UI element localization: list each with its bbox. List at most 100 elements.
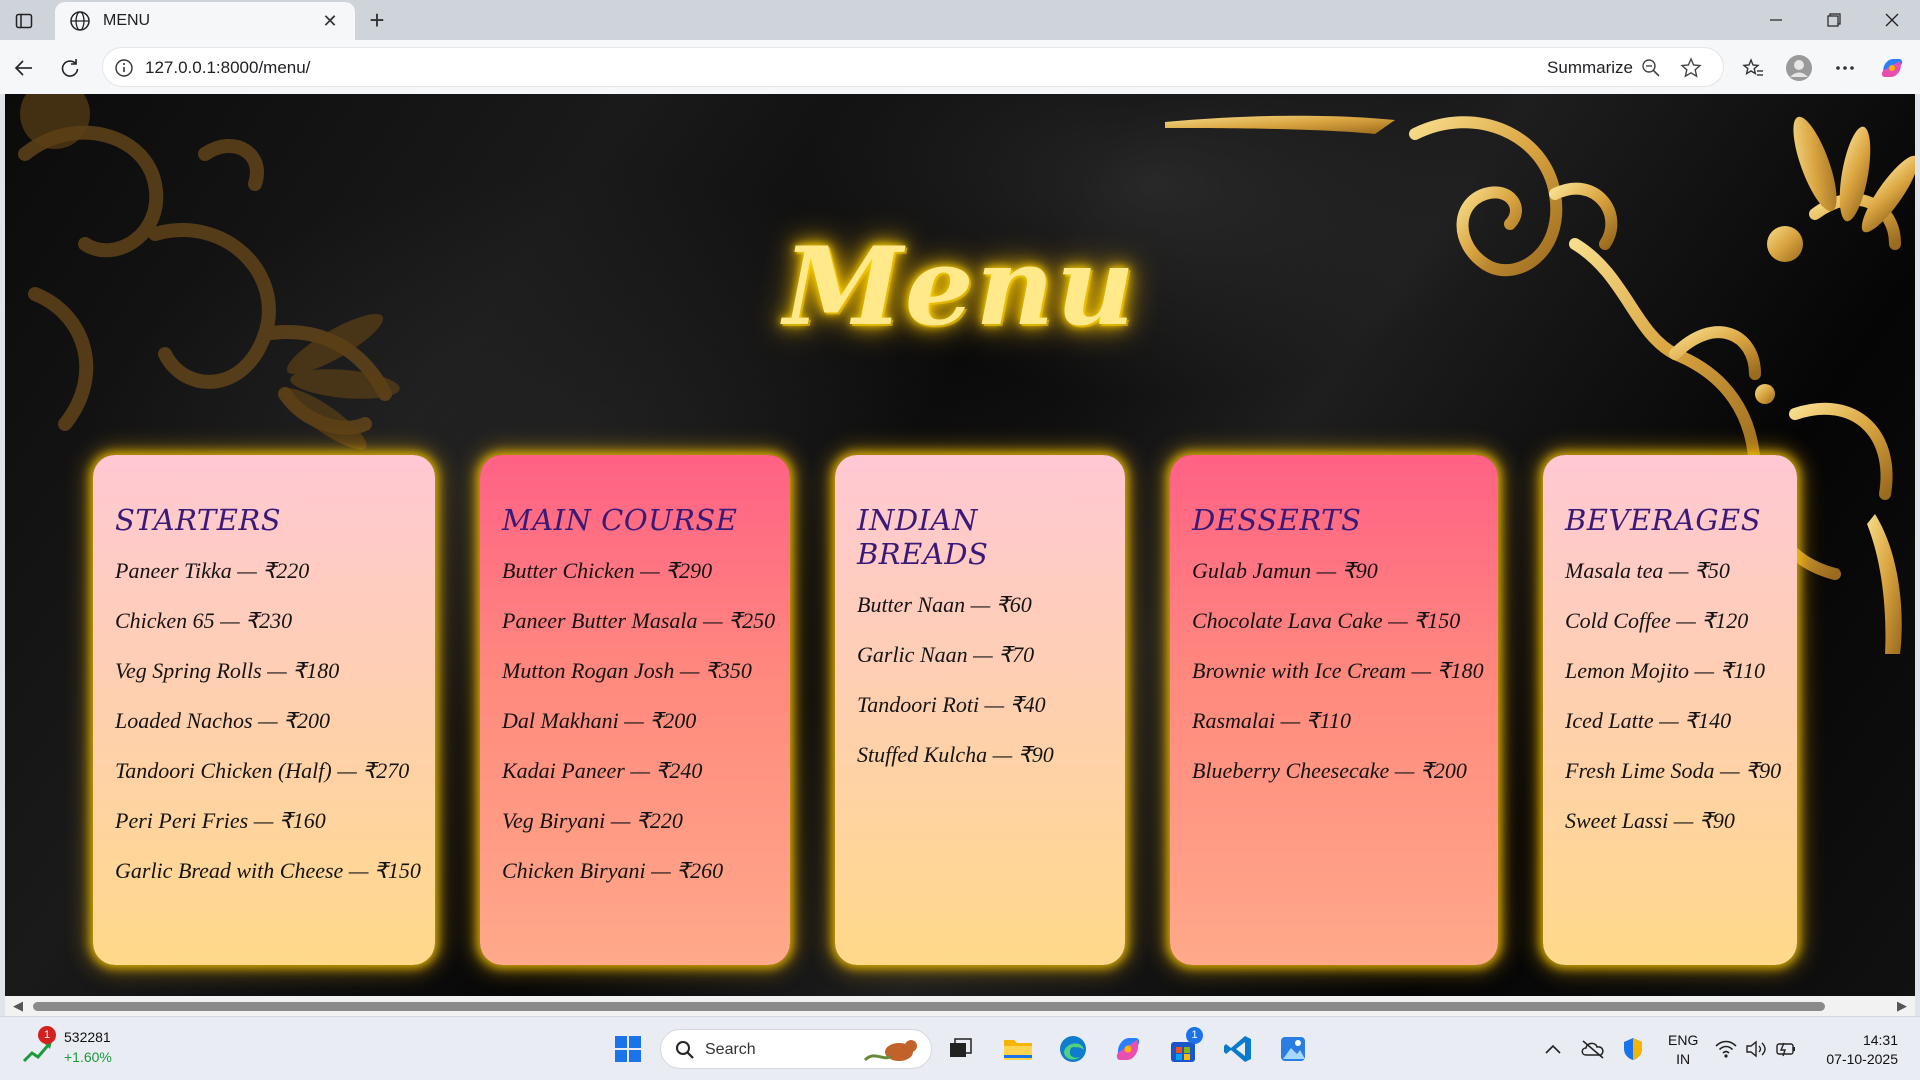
menu-item: Rasmalai — ₹110 (1192, 708, 1352, 733)
menu-item: Paneer Butter Masala — ₹250 (502, 608, 776, 633)
menu-item: Kadai Paneer — ₹240 (502, 758, 703, 783)
menu-item: Butter Chicken — ₹290 (502, 558, 713, 583)
menu-item: Chicken Biryani — ₹260 (502, 858, 724, 883)
url-text[interactable]: 127.0.0.1:8000/menu/ (145, 58, 310, 78)
menu-item: Gulab Jamun — ₹90 (1192, 558, 1378, 583)
clock-time: 14:31 (1862, 1032, 1898, 1048)
category-title: BEVERAGES (1565, 503, 1762, 537)
zoom-out-icon[interactable] (1639, 56, 1663, 80)
search-highlight-icon (863, 1040, 917, 1062)
stock-value: 532281 (64, 1029, 111, 1045)
lang-bottom: IN (1676, 1051, 1691, 1067)
item-list: Gulab Jamun — ₹90 Chocolate Lava Cake — … (1192, 557, 1484, 807)
store-badge: 1 (1186, 1027, 1203, 1044)
menu-item: Peri Peri Fries — ₹160 (115, 808, 326, 833)
battery-icon[interactable] (1768, 1031, 1804, 1067)
minimize-icon[interactable] (1748, 0, 1804, 40)
menu-item: Blueberry Cheesecake — ₹200 (1192, 758, 1467, 783)
sidebar-toggle-icon[interactable] (10, 8, 38, 34)
menu-item: Fresh Lime Soda — ₹90 (1565, 758, 1782, 783)
more-options-icon[interactable] (1830, 53, 1860, 83)
menu-item: Iced Latte — ₹140 (1565, 708, 1732, 733)
task-view-icon[interactable] (942, 1031, 978, 1067)
item-list: Masala tea — ₹50 Cold Coffee — ₹120 Lemo… (1565, 557, 1782, 857)
copilot-icon[interactable] (1877, 53, 1907, 83)
menu-item: Cold Coffee — ₹120 (1565, 608, 1749, 633)
browser-titlebar: MENU ✕ + (0, 0, 1920, 40)
system-clock[interactable]: 14:31 07-10-2025 (1826, 1031, 1898, 1069)
menu-card-indian-breads: INDIAN BREADS Butter Naan — ₹60 Garlic N… (835, 455, 1125, 965)
refresh-icon[interactable] (54, 52, 86, 84)
category-title: INDIAN BREADS (857, 503, 989, 571)
site-info-icon[interactable] (113, 57, 135, 79)
menu-item: Dal Makhani — ₹200 (502, 708, 697, 733)
scroll-right-arrow-icon[interactable]: ▶ (1897, 998, 1907, 1014)
menu-card-starters: STARTERS Paneer Tikka — ₹220 Chicken 65 … (93, 455, 435, 965)
search-label: Search (705, 1041, 756, 1058)
menu-item: Garlic Bread with Cheese — ₹150 (115, 858, 421, 883)
restore-icon[interactable] (1806, 0, 1862, 40)
menu-item: Garlic Naan — ₹70 (857, 642, 1035, 667)
favorites-icon[interactable] (1738, 53, 1768, 83)
scroll-left-arrow-icon[interactable]: ◀ (13, 998, 23, 1014)
favorite-star-icon[interactable] (1679, 56, 1703, 80)
menu-item: Paneer Tikka — ₹220 (115, 558, 310, 583)
windows-taskbar: 1 532281 +1.60% Search 1 ENG IN 14:31 07… (0, 1016, 1920, 1080)
menu-item: Lemon Mojito — ₹110 (1565, 658, 1765, 683)
stock-change: +1.60% (64, 1049, 112, 1065)
stock-widget[interactable]: 1 532281 +1.60% (22, 1026, 132, 1071)
taskbar-search[interactable]: Search (660, 1029, 932, 1069)
security-shield-icon[interactable] (1615, 1031, 1651, 1067)
horizontal-scrollbar[interactable]: ◀ ▶ (5, 996, 1915, 1016)
menu-item: Chocolate Lava Cake — ₹150 (1192, 608, 1461, 633)
scrollbar-thumb[interactable] (33, 1002, 1825, 1011)
tab-title: MENU (103, 12, 151, 29)
clock-date: 07-10-2025 (1826, 1051, 1898, 1067)
globe-icon (69, 10, 91, 32)
close-window-icon[interactable] (1864, 0, 1920, 40)
menu-item: Veg Biryani — ₹220 (502, 808, 683, 833)
menu-item: Brownie with Ice Cream — ₹180 (1192, 658, 1484, 683)
edge-browser-icon[interactable] (1055, 1031, 1091, 1067)
category-title: STARTERS (115, 503, 282, 537)
menu-card-main-course: MAIN COURSE Butter Chicken — ₹290 Paneer… (480, 455, 790, 965)
menu-item: Tandoori Roti — ₹40 (857, 692, 1046, 717)
show-hidden-icons-chevron-icon[interactable] (1535, 1031, 1571, 1067)
vscode-icon[interactable] (1220, 1031, 1256, 1067)
item-list: Butter Naan — ₹60 Garlic Naan — ₹70 Tand… (857, 591, 1103, 791)
summarize-button[interactable]: Summarize (1547, 58, 1633, 78)
notification-badge: 1 (38, 1026, 56, 1044)
menu-item: Tandoori Chicken (Half) — ₹270 (115, 758, 410, 783)
menu-item: Sweet Lassi — ₹90 (1565, 808, 1735, 833)
photos-app-icon[interactable] (1275, 1031, 1311, 1067)
browser-toolbar: 127.0.0.1:8000/menu/ Summarize (0, 40, 1920, 94)
back-arrow-icon[interactable] (8, 52, 40, 84)
category-title: DESSERTS (1192, 503, 1362, 537)
file-explorer-icon[interactable] (1000, 1031, 1036, 1067)
menu-item: Stuffed Kulcha — ₹90 (857, 742, 1054, 767)
address-bar[interactable]: 127.0.0.1:8000/menu/ Summarize (102, 47, 1724, 87)
microsoft-store-icon[interactable]: 1 (1165, 1027, 1203, 1067)
menu-card-desserts: DESSERTS Gulab Jamun — ₹90 Chocolate Lav… (1170, 455, 1498, 965)
item-list: Paneer Tikka — ₹220 Chicken 65 — ₹230 Ve… (115, 557, 421, 907)
menu-page: Menu STARTERS Paneer Tikka — ₹220 Chicke… (5, 94, 1915, 996)
menu-item: Loaded Nachos — ₹200 (115, 708, 331, 733)
menu-item: Masala tea — ₹50 (1565, 558, 1730, 583)
menu-item: Butter Naan — ₹60 (857, 592, 1032, 617)
menu-item: Chicken 65 — ₹230 (115, 608, 293, 633)
menu-card-beverages: BEVERAGES Masala tea — ₹50 Cold Coffee —… (1543, 455, 1797, 965)
windows-start-icon[interactable] (610, 1031, 646, 1067)
lang-top: ENG (1668, 1032, 1699, 1048)
browser-tab[interactable]: MENU ✕ (55, 2, 355, 40)
profile-avatar-icon[interactable] (1784, 53, 1814, 83)
copilot-app-icon[interactable] (1110, 1031, 1146, 1067)
close-tab-icon[interactable]: ✕ (319, 11, 341, 32)
category-title: MAIN COURSE (502, 503, 738, 537)
new-tab-button[interactable]: + (362, 6, 392, 36)
onedrive-offline-icon[interactable] (1575, 1031, 1611, 1067)
page-title: Menu (783, 224, 1137, 350)
search-icon (676, 1041, 694, 1059)
menu-item: Mutton Rogan Josh — ₹350 (502, 658, 752, 683)
item-list: Butter Chicken — ₹290 Paneer Butter Masa… (502, 557, 776, 907)
input-language-indicator[interactable]: ENG IN (1668, 1031, 1698, 1069)
